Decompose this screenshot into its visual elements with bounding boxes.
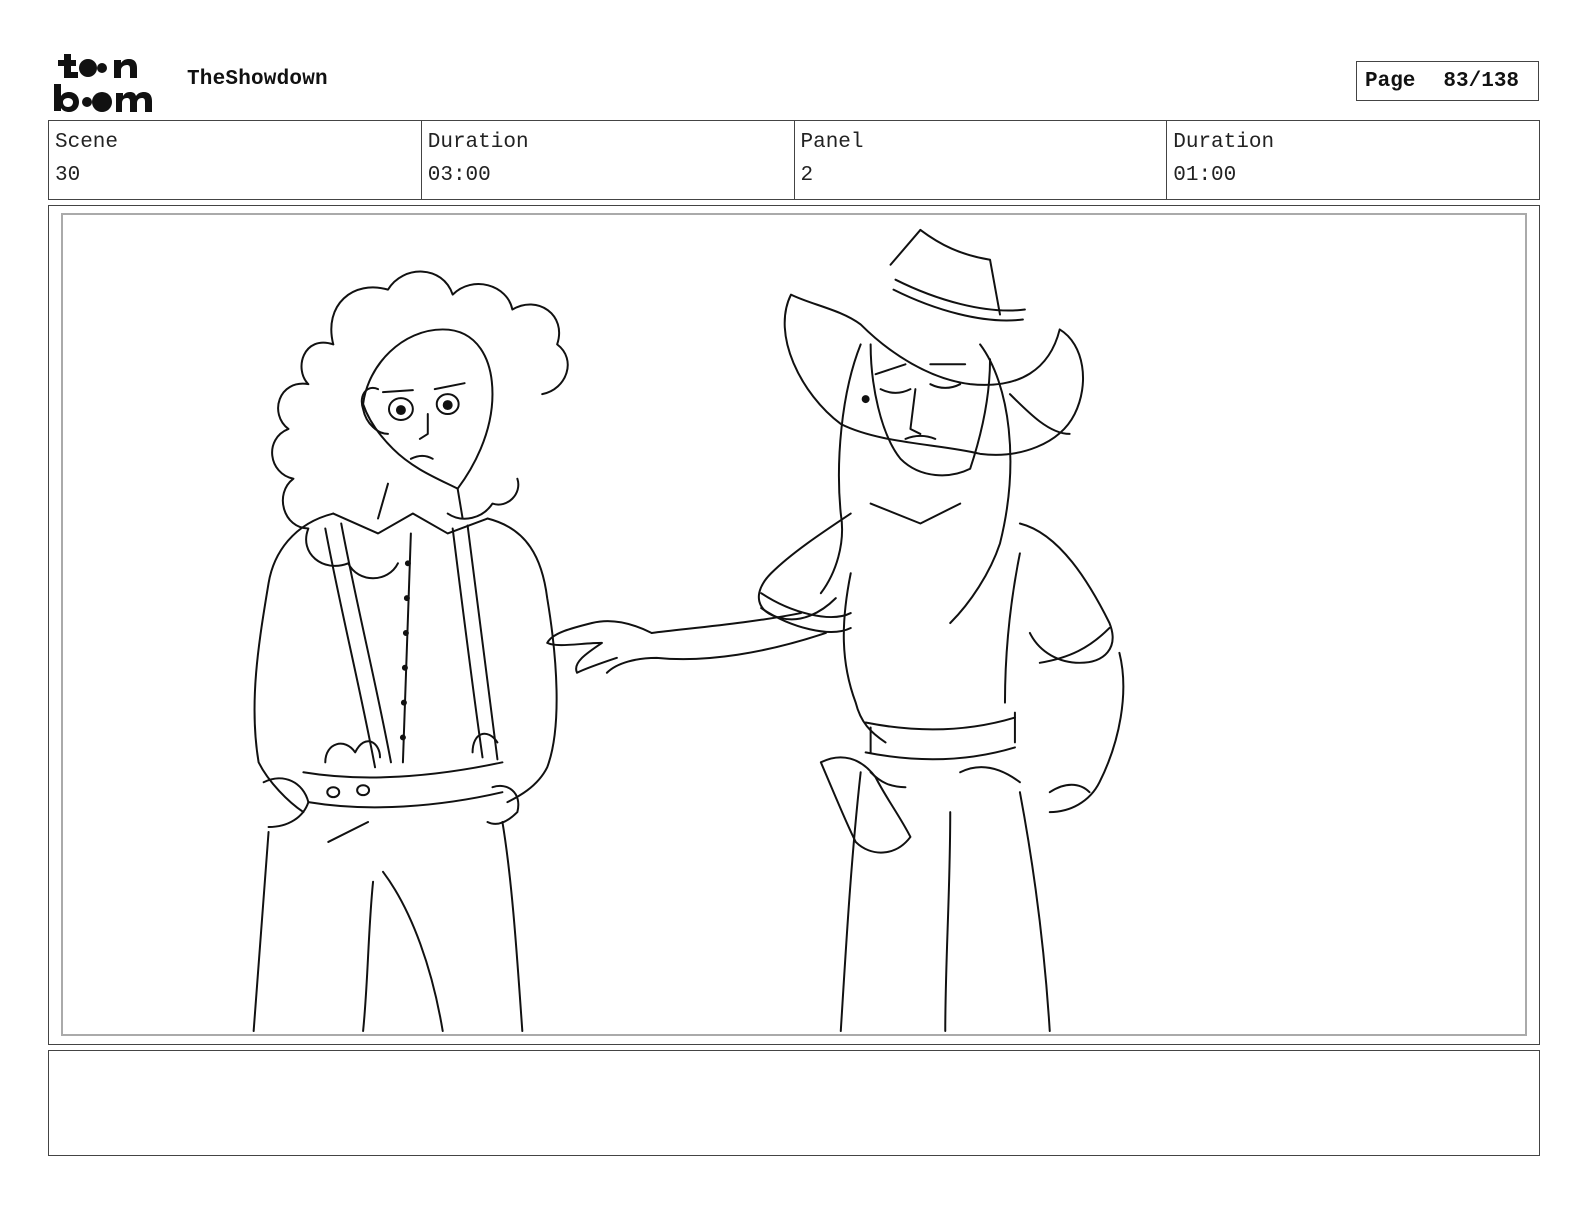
scene-cell: Scene 30 (49, 121, 422, 199)
scene-label: Scene (55, 131, 119, 154)
panel-notes-box (48, 1050, 1540, 1156)
storyboard-panel (48, 205, 1540, 1045)
scene-value: 30 (55, 164, 81, 187)
scene-duration-cell: Duration 03:00 (422, 121, 795, 199)
panel-image (61, 213, 1527, 1036)
right-character-sketch (546, 228, 1125, 1033)
page-number: 83/138 (1443, 69, 1520, 93)
panel-duration-label: Duration (1173, 131, 1275, 154)
page-label: Page (1365, 69, 1416, 93)
panel-duration-value: 01:00 (1173, 164, 1237, 187)
panel-value: 2 (800, 164, 814, 187)
scene-duration-label: Duration (427, 131, 529, 154)
panel-duration-cell: Duration 01:00 (1167, 121, 1539, 199)
toonboom-logo (50, 50, 166, 114)
panel-cell: Panel 2 (795, 121, 1168, 199)
project-title: TheShowdown (187, 68, 328, 91)
panel-label: Panel (800, 131, 864, 154)
left-character-sketch (252, 270, 569, 1033)
scene-info-row: Scene 30 Duration 03:00 Panel 2 Duration… (48, 120, 1540, 200)
scene-duration-value: 03:00 (427, 164, 491, 187)
page-indicator: Page 83/138 (1356, 61, 1539, 101)
